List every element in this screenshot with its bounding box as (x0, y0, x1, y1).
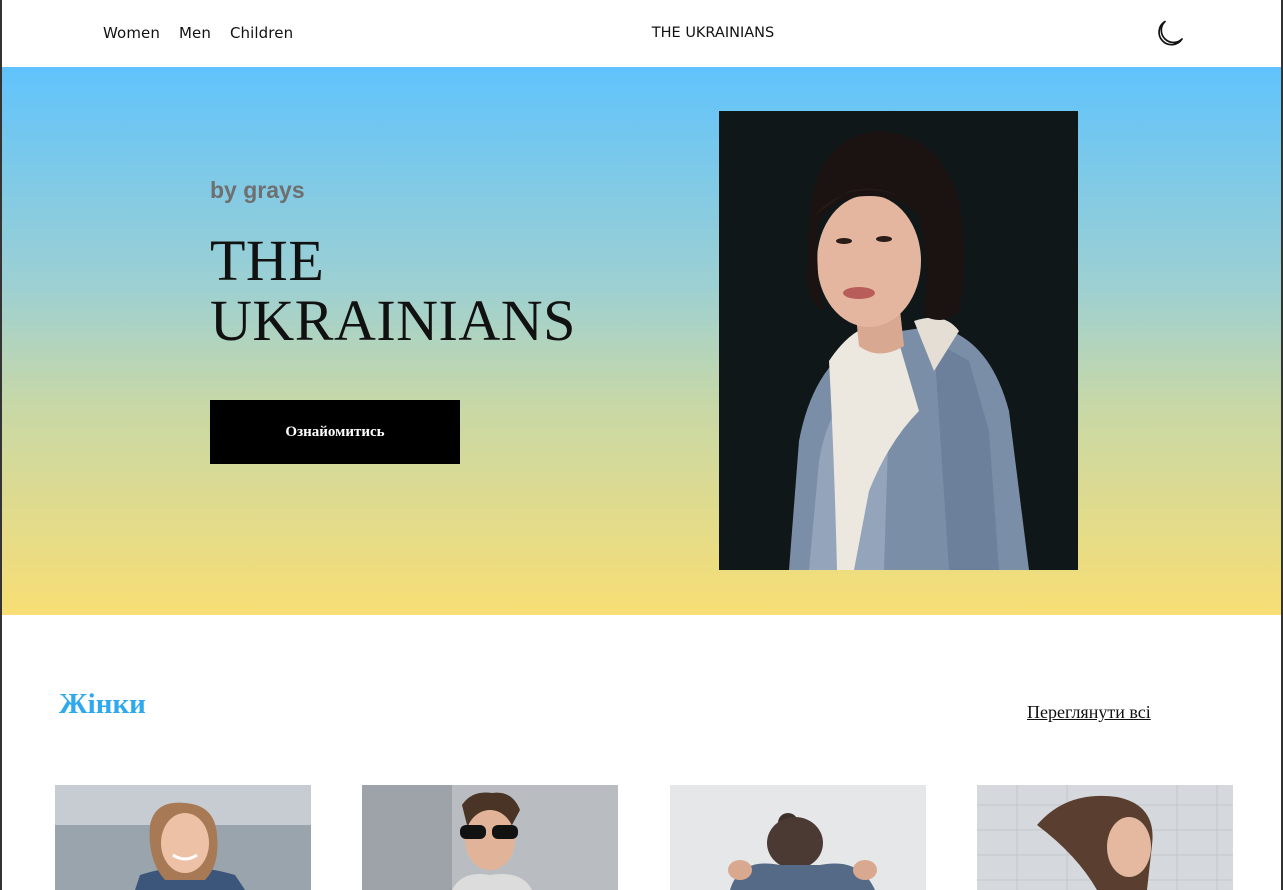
product-card-1[interactable] (55, 785, 311, 890)
hero-model-image (719, 111, 1078, 570)
moon-icon (1158, 20, 1183, 46)
product-image-1 (55, 785, 311, 890)
product-image-3 (670, 785, 926, 890)
hero-byline: by grays (210, 177, 305, 203)
product-grid (55, 785, 1235, 890)
theme-toggle-button[interactable] (1152, 17, 1186, 51)
product-card-4[interactable] (977, 785, 1233, 890)
site-header: Women Men Children THE UKRAINIANS (2, 0, 1281, 67)
explore-button[interactable]: Ознайомитись (210, 400, 460, 464)
product-image-2 (362, 785, 618, 890)
brand-logo-text[interactable]: THE UKRAINIANS (2, 25, 1281, 41)
hero-photo (719, 111, 1078, 570)
hero-banner: by grays THE UKRAINIANS Ознайомитись (2, 67, 1281, 615)
product-card-3[interactable] (670, 785, 926, 890)
product-card-2[interactable] (362, 785, 618, 890)
page-frame: Women Men Children THE UKRAINIANS by gra… (0, 0, 1283, 890)
view-all-link[interactable]: Переглянути всі (1027, 702, 1151, 723)
hero-title: THE UKRAINIANS (210, 228, 576, 353)
section-title-women: Жінки (59, 688, 146, 720)
product-image-4 (977, 785, 1233, 890)
